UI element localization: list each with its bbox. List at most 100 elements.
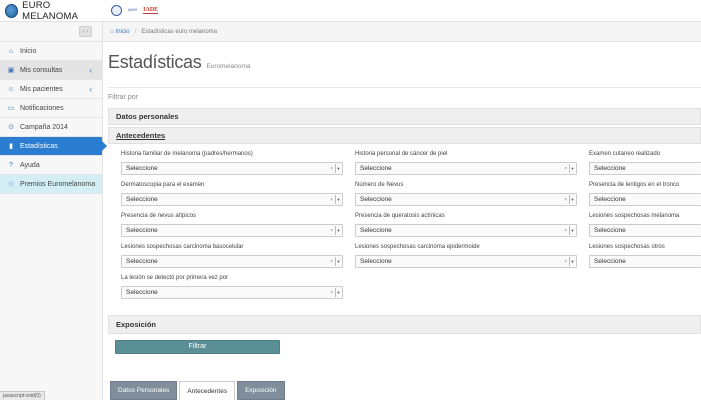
sidebar-item-label: Notificaciones bbox=[20, 104, 64, 112]
antecedentes-fields: Historia familiar de melanoma (padres/he… bbox=[108, 146, 701, 304]
clear-icon[interactable]: × bbox=[564, 166, 567, 172]
section-title: Exposición bbox=[116, 320, 157, 329]
select-historia-personal[interactable]: Seleccione × ▼ bbox=[355, 162, 577, 175]
tab-antecedentes[interactable]: Antecedentes bbox=[179, 381, 236, 400]
sidebar-item-label: Ayuda bbox=[20, 161, 40, 169]
select-dermatoscopia[interactable]: Seleccione × ▼ bbox=[121, 193, 343, 206]
sidebar-collapse-button[interactable]: ‹ › bbox=[79, 26, 92, 37]
sidebar-item-label: Estadísticas bbox=[20, 142, 58, 150]
field-label: La lesión se detectó por primera vez por bbox=[121, 275, 229, 281]
select-nevus-atipicos[interactable]: Seleccione × ▼ bbox=[121, 224, 343, 237]
breadcrumb-separator: / bbox=[134, 28, 137, 35]
select-value: Seleccione bbox=[594, 196, 626, 203]
browser-status-bar: javascript:void(0) bbox=[0, 391, 45, 400]
home-icon: ⌂ bbox=[8, 47, 14, 55]
section-exposicion[interactable]: Exposición bbox=[108, 315, 701, 334]
field-historia-personal: Historia personal de cáncer de piel Sele… bbox=[355, 151, 585, 175]
chevron-left-icon: ‹ bbox=[89, 65, 92, 75]
select-lesion-detectada-por[interactable]: Seleccione × ▼ bbox=[121, 286, 343, 299]
field-label: Presencia de queratosis actínicas bbox=[355, 213, 445, 219]
euromelanoma-logo-icon bbox=[5, 3, 19, 18]
select-value: Seleccione bbox=[594, 227, 626, 234]
field-sospechosas-otros: Lesiones sospechosas otros Seleccione bbox=[589, 244, 701, 268]
section-title: Antecedentes bbox=[116, 131, 166, 140]
tab-datos-personales[interactable]: Datos Personales bbox=[110, 381, 178, 400]
select-value: Seleccione bbox=[594, 258, 626, 265]
select-value: Seleccione bbox=[126, 196, 158, 203]
top-header: EURO MELANOMA aseo IADE bbox=[0, 0, 701, 22]
breadcrumb-home-link[interactable]: Inicio bbox=[116, 29, 130, 35]
sidebar-item-label: Mis pacientes bbox=[20, 85, 63, 93]
sidebar-item-campana-2014[interactable]: ⊙ Campaña 2014 bbox=[0, 118, 102, 137]
sidebar-item-label: Mis consultas bbox=[20, 66, 63, 74]
select-queratosis-actinicas[interactable]: Seleccione × ▼ bbox=[355, 224, 577, 237]
chevron-down-icon: ▼ bbox=[569, 257, 575, 266]
chevron-down-icon: ▼ bbox=[335, 164, 341, 173]
select-value: Seleccione bbox=[126, 227, 158, 234]
sidebar-item-label: Campaña 2014 bbox=[20, 123, 68, 131]
section-title: Datos personales bbox=[116, 112, 179, 121]
sidebar-item-ayuda[interactable]: ? Ayuda bbox=[0, 156, 102, 175]
field-examen-cutaneo: Examen cutaneo realizado Seleccione bbox=[589, 151, 701, 175]
field-label: Presencia de lentigos en el tronco bbox=[589, 182, 680, 188]
page-header: Estadísticas Euromelanoma bbox=[108, 52, 701, 88]
filter-button[interactable]: Filtrar bbox=[115, 340, 280, 354]
section-datos-personales[interactable]: Datos personales bbox=[108, 108, 701, 125]
users-icon: ☺ bbox=[7, 85, 15, 93]
field-carcinoma-basocelular: Lesiones sospechosas carcinoma basocelul… bbox=[121, 244, 351, 268]
field-label: Historia personal de cáncer de piel bbox=[355, 151, 448, 157]
select-value: Seleccione bbox=[360, 258, 392, 265]
chevron-down-icon: ▼ bbox=[569, 226, 575, 235]
select-carcinoma-epidermoide[interactable]: Seleccione × ▼ bbox=[355, 255, 577, 268]
brand-name: EURO MELANOMA bbox=[22, 0, 79, 22]
clear-icon[interactable]: × bbox=[330, 166, 333, 172]
sidebar-item-estadisticas[interactable]: ▮ Estadísticas bbox=[0, 137, 107, 156]
sidebar-item-inicio[interactable]: ⌂ Inicio bbox=[0, 42, 102, 61]
partner-logo-iade: IADE bbox=[143, 7, 159, 14]
sidebar-item-mis-consultas[interactable]: ▣ Mis consultas ‹ bbox=[0, 61, 102, 80]
select-lentigos-tronco[interactable]: Seleccione bbox=[589, 193, 701, 206]
clear-icon[interactable]: × bbox=[564, 228, 567, 234]
map-marker-icon: ⊙ bbox=[8, 124, 14, 131]
clear-icon[interactable]: × bbox=[330, 259, 333, 265]
field-dermatoscopia: Dermatoscopia para el examen Seleccione … bbox=[121, 182, 351, 206]
sidebar-item-premios-euromelanoma[interactable]: ☆ Premios Euromelanoma bbox=[0, 175, 102, 194]
tab-exposicion[interactable]: Exposición bbox=[237, 381, 285, 400]
sidebar-item-mis-pacientes[interactable]: ☺ Mis pacientes ‹ bbox=[0, 80, 102, 99]
bottom-tabs: Datos Personales Antecedentes Exposición bbox=[110, 381, 285, 400]
field-nevus-atipicos: Presencia de nevus atípicos Seleccione ×… bbox=[121, 213, 351, 237]
select-value: Seleccione bbox=[126, 289, 158, 296]
field-historia-familiar: Historia familiar de melanoma (padres/he… bbox=[121, 151, 351, 175]
page-title: Estadísticas bbox=[108, 52, 202, 72]
clear-icon[interactable]: × bbox=[330, 228, 333, 234]
field-label: Examen cutaneo realizado bbox=[589, 151, 661, 157]
brand[interactable]: EURO MELANOMA bbox=[0, 0, 103, 22]
partner-logo-aseo: aseo bbox=[128, 8, 138, 13]
field-label: Dermatoscopia para el examen bbox=[121, 182, 205, 188]
select-value: Seleccione bbox=[126, 258, 158, 265]
sidebar-toggle-row: ‹ › bbox=[0, 22, 102, 42]
sidebar-item-notificaciones[interactable]: ▭ Notificaciones bbox=[0, 99, 102, 118]
select-numero-nevus[interactable]: Seleccione × ▼ bbox=[355, 193, 577, 206]
clear-icon[interactable]: × bbox=[564, 197, 567, 203]
page-subtitle: Euromelanoma bbox=[206, 63, 251, 70]
star-icon: ☆ bbox=[7, 181, 15, 188]
section-antecedentes[interactable]: Antecedentes bbox=[108, 127, 701, 144]
select-sospechosas-otros[interactable]: Seleccione bbox=[589, 255, 701, 268]
bar-chart-icon: ▮ bbox=[9, 143, 13, 150]
field-label: Lesiones sospechosas otros bbox=[589, 244, 665, 250]
chevron-down-icon: ▼ bbox=[569, 195, 575, 204]
chevron-down-icon: ▼ bbox=[335, 257, 341, 266]
select-examen-cutaneo[interactable]: Seleccione bbox=[589, 162, 701, 175]
select-historia-familiar[interactable]: Seleccione × ▼ bbox=[121, 162, 343, 175]
field-lesion-detectada-por: La lesión se detectó por primera vez por… bbox=[121, 275, 351, 299]
select-carcinoma-basocelular[interactable]: Seleccione × ▼ bbox=[121, 255, 343, 268]
select-sospechosas-melanoma[interactable]: Seleccione bbox=[589, 224, 701, 237]
breadcrumb-current: Estadísticas euro melanoma bbox=[141, 28, 218, 35]
field-queratosis-actinicas: Presencia de queratosis actínicas Selecc… bbox=[355, 213, 585, 237]
select-value: Seleccione bbox=[126, 165, 158, 172]
clear-icon[interactable]: × bbox=[330, 197, 333, 203]
clear-icon[interactable]: × bbox=[330, 290, 333, 296]
clear-icon[interactable]: × bbox=[564, 259, 567, 265]
chevron-down-icon: ▼ bbox=[335, 288, 341, 297]
